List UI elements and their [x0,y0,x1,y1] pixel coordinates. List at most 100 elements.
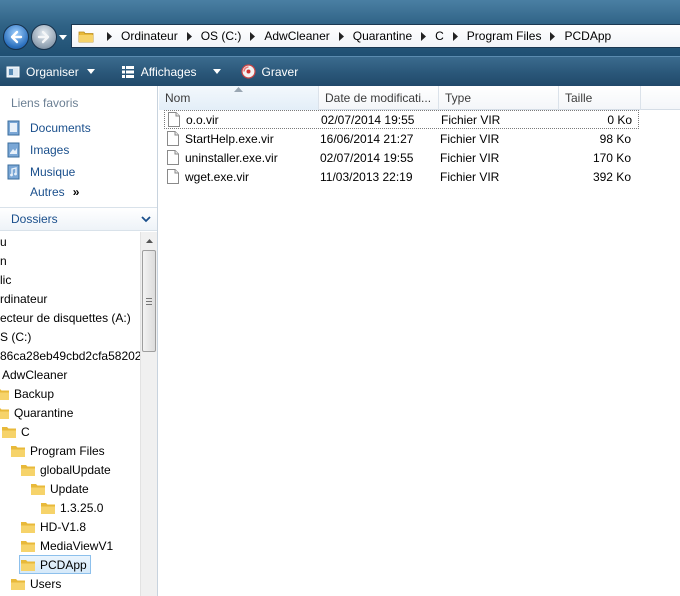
breadcrumb-quarantine[interactable]: Quarantine [353,29,412,43]
tree-item-label: C [21,424,30,439]
tree-scrollbar[interactable] [140,232,157,596]
breadcrumb-ordinateur[interactable]: Ordinateur [121,29,178,43]
folder-icon [0,388,9,400]
tree-item-label: globalUpdate [40,462,111,477]
column-header-type[interactable]: Type [439,86,559,110]
scroll-grip-icon [146,298,152,305]
favorite-link-label: Images [30,143,70,157]
file-name: StartHelp.exe.vir [185,131,274,146]
folder-icon [78,31,94,42]
folders-label: Dossiers [11,212,58,226]
file-size: 98 Ko [599,131,631,146]
tree-item[interactable]: ecteur de disquettes (A:) [0,308,131,327]
file-list: Nom Date de modificati... Type Taille o.… [159,86,680,596]
folder-tree: u n lic rdinateur ecteur de disquettes (… [0,232,140,596]
chevron-down-icon[interactable] [141,216,151,223]
file-date: 16/06/2014 21:27 [320,131,414,146]
breadcrumb-chevron-icon[interactable] [420,31,427,41]
breadcrumb-chevron-icon[interactable] [452,31,459,41]
breadcrumb-chevron-icon[interactable] [106,31,113,41]
favorite-link-label: Documents [30,121,91,135]
column-header-date[interactable]: Date de modificati... [319,86,439,110]
burn-label: Graver [261,64,299,79]
tree-item-label: Quarantine [14,405,74,420]
breadcrumb-os-c[interactable]: OS (C:) [201,29,242,43]
tree-item[interactable]: rdinateur [0,289,47,308]
command-toolbar: Organiser Affichages Graver [0,56,680,86]
tree-item[interactable]: u [0,232,7,251]
documents-icon [7,120,20,136]
burn-button[interactable]: Graver [235,61,305,83]
folder-icon [2,426,16,438]
favorite-link-music[interactable]: Musique [6,162,75,182]
more-links-button[interactable]: Autres » [30,185,79,199]
tree-item-label: MediaViewV1 [40,538,114,553]
tree-item-selected[interactable]: PCDApp [19,555,91,574]
favorite-link-documents[interactable]: Documents [6,118,91,138]
breadcrumb-chevron-icon[interactable] [549,31,556,41]
file-size: 392 Ko [592,169,631,184]
breadcrumb-program-files[interactable]: Program Files [467,29,542,43]
views-label: Affichages [140,64,197,79]
tree-item-label: Update [50,481,89,496]
tree-item-label: u [0,234,7,249]
file-row[interactable]: o.o.vir 02/07/2014 19:55 Fichier VIR 0 K… [164,110,639,129]
views-button[interactable]: Affichages [115,61,233,83]
file-date: 11/03/2013 22:19 [320,169,413,184]
tree-item[interactable]: Program Files [10,441,105,460]
tree-item[interactable]: AdwCleaner [2,365,67,384]
column-header-name[interactable]: Nom [159,86,319,110]
file-row[interactable]: StartHelp.exe.vir 16/06/2014 21:27 Fichi… [164,129,639,148]
tree-item[interactable]: Quarantine [0,403,73,422]
tree-item[interactable]: Update [30,479,89,498]
tree-item[interactable]: n [0,251,7,270]
tree-item[interactable]: lic [0,270,11,289]
address-bar[interactable]: Ordinateur OS (C:) AdwCleaner Quarantine… [71,24,680,48]
column-header-label: Taille [565,91,593,105]
tree-item[interactable]: S (C:) [0,327,31,346]
breadcrumb-adwcleaner[interactable]: AdwCleaner [264,29,329,43]
breadcrumb-chevron-icon[interactable] [249,31,256,41]
file-size: 170 Ko [592,150,631,165]
scroll-up-button[interactable] [141,232,157,249]
tree-item[interactable]: Users [10,574,61,593]
file-icon [167,131,179,146]
folder-icon [31,483,45,495]
folder-icon [21,540,35,552]
folders-header[interactable]: Dossiers [0,207,157,231]
back-button[interactable] [3,24,29,50]
breadcrumb-chevron-icon[interactable] [338,31,345,41]
breadcrumb-c[interactable]: C [435,29,444,43]
column-header-size[interactable]: Taille [559,86,641,110]
file-row[interactable]: wget.exe.vir 11/03/2013 22:19 Fichier VI… [164,167,639,186]
column-header-filler [641,86,680,110]
tree-item-label: HD-V1.8 [40,519,87,534]
tree-item[interactable]: HD-V1.8 [20,517,86,536]
disc-burn-icon [240,64,256,79]
breadcrumb-pcdapp[interactable]: PCDApp [564,29,611,43]
scroll-thumb[interactable] [142,250,156,352]
folder-icon [21,464,35,476]
breadcrumb-chevron-icon[interactable] [186,31,193,41]
tree-item[interactable]: C [1,422,30,441]
tree-item[interactable]: MediaViewV1 [20,536,113,555]
back-arrow-icon [10,30,23,44]
tree-item[interactable]: 1.3.25.0 [40,498,103,517]
tree-item-label: 86ca28eb49cbd2cfa582029 [0,348,140,363]
file-row[interactable]: uninstaller.exe.vir 02/07/2014 19:55 Fic… [164,148,639,167]
folder-icon [41,502,55,514]
file-type: Fichier VIR [440,169,500,184]
forward-button[interactable] [31,24,57,50]
file-name: uninstaller.exe.vir [185,150,278,165]
organize-button[interactable]: Organiser [0,61,107,83]
tree-item[interactable]: globalUpdate [20,460,111,479]
folder-icon [21,521,35,533]
tree-item[interactable]: Backup [0,384,54,403]
tree-item[interactable]: 86ca28eb49cbd2cfa582029 [0,346,140,365]
sort-ascending-icon [234,87,243,92]
file-date: 02/07/2014 19:55 [320,150,414,165]
folder-icon [0,407,9,419]
column-header-row: Nom Date de modificati... Type Taille [159,86,680,110]
favorite-link-images[interactable]: Images [6,140,69,160]
recent-pages-dropdown-icon[interactable] [59,33,67,41]
